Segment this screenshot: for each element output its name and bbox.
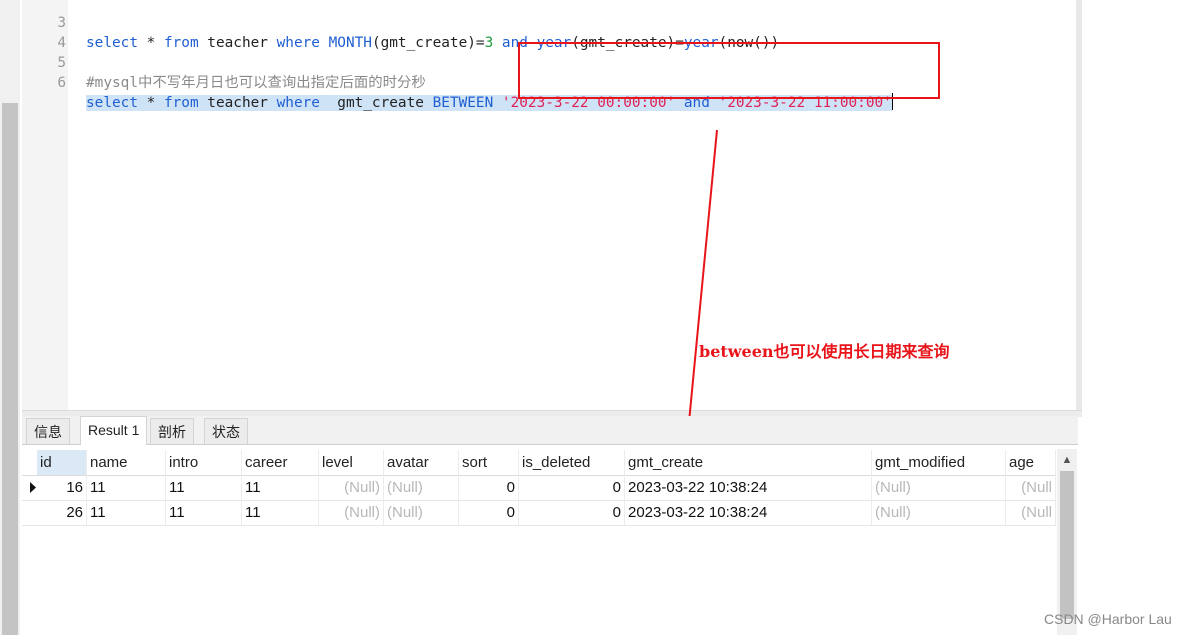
- grid-vertical-scrollbar[interactable]: ▲: [1057, 449, 1077, 635]
- cell-avatar[interactable]: (Null): [384, 500, 459, 525]
- column-header-gmt-modified[interactable]: gmt_modified: [872, 450, 1006, 475]
- code-line: 3 select * from teacher where MONTH(gmt_…: [22, 0, 1076, 51]
- cell-sort[interactable]: 0: [459, 475, 519, 500]
- cell-name[interactable]: 11: [87, 475, 166, 500]
- editor-scrollbar[interactable]: [1076, 0, 1082, 410]
- cell-career[interactable]: 11: [242, 475, 319, 500]
- cell-is-deleted[interactable]: 0: [519, 475, 625, 500]
- scroll-up-arrow-icon[interactable]: ▲: [1057, 449, 1077, 471]
- cell-intro[interactable]: 11: [166, 475, 242, 500]
- cell-level[interactable]: (Null): [319, 475, 384, 500]
- cell-career[interactable]: 11: [242, 500, 319, 525]
- column-header-name[interactable]: name: [87, 450, 166, 475]
- cell-gmt-modified[interactable]: (Null): [872, 475, 1006, 500]
- column-header-age[interactable]: age: [1006, 450, 1056, 475]
- tab-info[interactable]: 信息: [26, 418, 70, 444]
- cell-avatar[interactable]: (Null): [384, 475, 459, 500]
- result-tabs: 信息 Result 1 剖析 状态: [22, 416, 1078, 445]
- result-grid[interactable]: id name intro career level avatar sort i…: [22, 445, 1056, 635]
- table-row[interactable]: 16 11 11 11 (Null) (Null) 0 0 2023-03-22…: [22, 475, 1056, 501]
- cell-age[interactable]: (Null: [1006, 500, 1056, 525]
- grid-scrollbar-thumb[interactable]: [1060, 471, 1074, 619]
- cell-name[interactable]: 11: [87, 500, 166, 525]
- watermark: CSDN @Harbor Lau: [1044, 611, 1172, 627]
- grid-header-row: id name intro career level avatar sort i…: [22, 450, 1056, 476]
- annotation-highlight-box: [518, 42, 940, 99]
- column-header-sort[interactable]: sort: [459, 450, 519, 475]
- column-header-level[interactable]: level: [319, 450, 384, 475]
- column-header-id[interactable]: id: [37, 450, 87, 475]
- column-header-gmt-create[interactable]: gmt_create: [625, 450, 872, 475]
- line-number: 6: [57, 75, 66, 91]
- left-scrollbar-thumb[interactable]: [2, 103, 18, 635]
- cell-gmt-modified[interactable]: (Null): [872, 500, 1006, 525]
- cell-gmt-create[interactable]: 2023-03-22 10:38:24: [625, 500, 872, 525]
- cell-level[interactable]: (Null): [319, 500, 384, 525]
- column-header-intro[interactable]: intro: [166, 450, 242, 475]
- table-row[interactable]: 26 11 11 11 (Null) (Null) 0 0 2023-03-22…: [22, 500, 1056, 526]
- cell-id[interactable]: 26: [37, 500, 87, 525]
- annotation-text: between也可以使用长日期来查询: [699, 342, 950, 361]
- cell-sort[interactable]: 0: [459, 500, 519, 525]
- column-header-avatar[interactable]: avatar: [384, 450, 459, 475]
- tab-result-1[interactable]: Result 1: [80, 416, 148, 445]
- cell-gmt-create[interactable]: 2023-03-22 10:38:24: [625, 475, 872, 500]
- left-scrollbar[interactable]: [0, 0, 20, 635]
- tab-profile[interactable]: 剖析: [150, 418, 194, 444]
- column-header-is-deleted[interactable]: is_deleted: [519, 450, 625, 475]
- code-line: 4: [22, 13, 1076, 51]
- tab-status[interactable]: 状态: [204, 418, 248, 444]
- column-header-career[interactable]: career: [242, 450, 319, 475]
- cell-is-deleted[interactable]: 0: [519, 500, 625, 525]
- cell-age[interactable]: (Null: [1006, 475, 1056, 500]
- cell-intro[interactable]: 11: [166, 500, 242, 525]
- cell-id[interactable]: 16: [37, 475, 87, 500]
- sql-comment: #mysql中不写年月日也可以查询出指定后面的时分秒: [86, 75, 426, 91]
